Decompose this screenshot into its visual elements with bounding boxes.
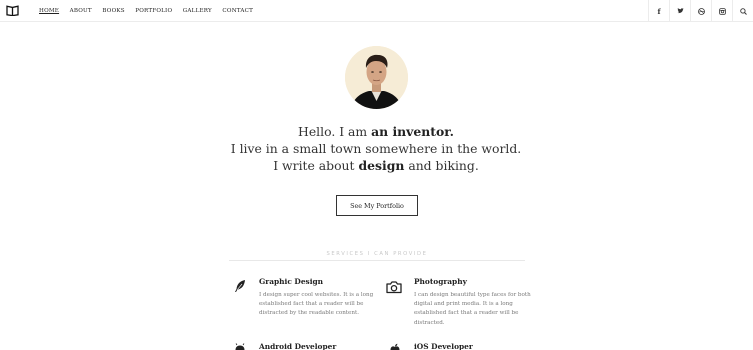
hero-intro: Hello. I am an inventor. I live in a sma… [176,123,576,174]
profile-avatar [345,46,408,109]
dribbble-icon [697,7,705,15]
service-description: I can design beautiful type faces for bo… [414,292,531,326]
service-android-developer: Android Developer [235,342,377,350]
feather-icon [235,280,245,292]
social-links: f [648,0,753,22]
facebook-button[interactable]: f [648,0,669,22]
services-heading: Services I can provide [326,251,428,257]
service-title: Android Developer [259,342,337,350]
see-portfolio-button[interactable]: See My Portfolio [336,195,418,216]
intro-line-2: I live in a small town somewhere in the … [230,141,522,156]
service-ios-developer: iOS Developer [390,342,532,350]
service-title: Photography [414,277,467,286]
service-description: I design super cool websites. It is a lo… [259,292,374,317]
twitter-icon [676,8,684,14]
main-nav: HOME ABOUT BOOKS PORTFOLIO GALLERY CONTA… [39,0,264,22]
search-icon [739,7,747,15]
nav-item-gallery[interactable]: GALLERY [183,8,212,14]
camera-icon [386,281,402,294]
services-divider [229,260,525,261]
nav-item-about[interactable]: ABOUT [70,8,92,14]
twitter-button[interactable] [669,0,690,22]
nav-item-portfolio[interactable]: PORTFOLIO [135,8,172,14]
nav-item-books[interactable]: BOOKS [102,8,124,14]
android-icon [235,343,245,350]
facebook-icon: f [657,6,661,16]
book-logo-icon[interactable] [6,5,19,16]
instagram-icon [718,7,726,15]
intro-line-1: Hello. I am an inventor. [298,124,454,139]
intro-line-3: I write about design and biking. [273,158,479,173]
service-photography: Photography I can design beautiful type … [386,277,532,328]
nav-item-home[interactable]: HOME [39,8,59,14]
service-graphic-design: Graphic Design I design super cool websi… [235,277,377,319]
dribbble-button[interactable] [690,0,711,22]
service-title: Graphic Design [259,277,324,286]
service-title: iOS Developer [414,342,473,350]
top-navbar: HOME ABOUT BOOKS PORTFOLIO GALLERY CONTA… [0,0,753,22]
instagram-button[interactable] [711,0,732,22]
apple-icon [390,343,400,350]
search-button[interactable] [732,0,753,22]
nav-item-contact[interactable]: CONTACT [222,8,253,14]
